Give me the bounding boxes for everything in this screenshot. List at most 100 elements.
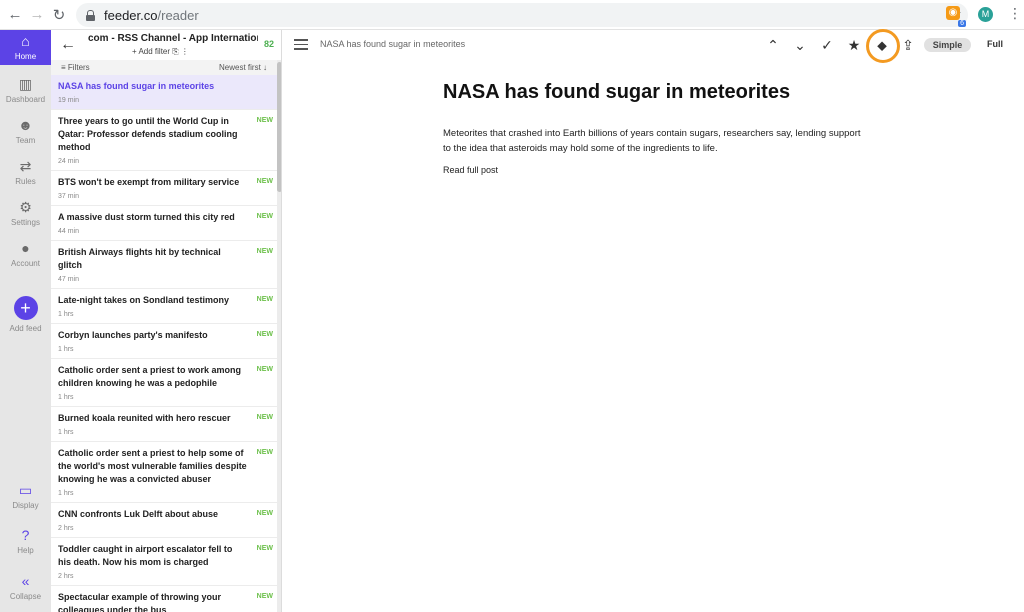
article-body: Meteorites that crashed into Earth billi… bbox=[443, 128, 861, 154]
filters-label: Filters bbox=[67, 63, 90, 72]
new-badge: NEW bbox=[256, 248, 273, 255]
rail-account[interactable]: ● Account bbox=[0, 240, 51, 268]
dashboard-icon: ▥ bbox=[18, 76, 33, 92]
article-list-panel: ← com - RSS Channel - App Internationa 8… bbox=[51, 30, 282, 612]
article-time: 1 hrs bbox=[58, 394, 74, 401]
rail-display-label: Display bbox=[12, 501, 39, 510]
list-item[interactable]: Toddler caught in airport escalator fell… bbox=[51, 538, 277, 586]
new-badge: NEW bbox=[256, 593, 273, 600]
list-item[interactable]: NASA has found sugar in meteorites 19 mi… bbox=[51, 75, 277, 110]
filter-icon: ≡ bbox=[61, 63, 66, 72]
list-item[interactable]: Late-night takes on Sondland testimony 1… bbox=[51, 289, 277, 324]
unread-count: 82 bbox=[264, 39, 275, 49]
sort-dropdown[interactable]: Newest first ↓ bbox=[219, 63, 267, 72]
help-icon: ? bbox=[21, 527, 30, 543]
tag-highlight-ring bbox=[866, 29, 900, 63]
article-time: 44 min bbox=[58, 228, 80, 235]
list-item[interactable]: Corbyn launches party's manifesto 1 hrs … bbox=[51, 324, 277, 359]
avatar[interactable]: M bbox=[978, 7, 993, 22]
rules-icon: ⇄ bbox=[19, 158, 32, 174]
article-content: NASA has found sugar in meteorites Meteo… bbox=[443, 78, 863, 175]
rail-home[interactable]: ⌂ Home bbox=[0, 30, 51, 65]
reload-icon[interactable]: ↻ bbox=[48, 4, 70, 26]
browser-menu-icon[interactable]: ⋮ bbox=[1008, 6, 1022, 20]
new-badge: NEW bbox=[256, 545, 273, 552]
new-badge: NEW bbox=[256, 296, 273, 303]
plus-icon: + bbox=[13, 296, 38, 320]
article-title: Late-night takes on Sondland testimony bbox=[58, 295, 230, 305]
article-time: 47 min bbox=[58, 276, 80, 283]
browser-toolbar: ← → ↻ feeder.co/reader ☆ ◉ 6 M ⋮ bbox=[0, 0, 1024, 30]
rail-rules[interactable]: ⇄ Rules bbox=[0, 158, 51, 186]
more-icon[interactable]: ⋮ bbox=[181, 47, 189, 56]
filters-button[interactable]: ≡ Filters bbox=[61, 63, 90, 72]
article-title: British Airways flights hit by technical… bbox=[58, 247, 221, 270]
article-title: A massive dust storm turned this city re… bbox=[58, 212, 235, 222]
menu-icon[interactable] bbox=[294, 39, 308, 50]
article-title: Catholic order sent a priest to work amo… bbox=[58, 365, 242, 388]
article-title: NASA has found sugar in meteorites bbox=[58, 81, 215, 91]
sort-label: Newest first bbox=[219, 63, 261, 72]
article-list: NASA has found sugar in meteorites 19 mi… bbox=[51, 75, 277, 612]
chevron-up-icon[interactable]: ⌃ bbox=[764, 36, 782, 54]
rail-collapse[interactable]: « Collapse bbox=[0, 573, 51, 601]
rail-team[interactable]: ☻ Team bbox=[0, 117, 51, 145]
article-title: Toddler caught in airport escalator fell… bbox=[58, 544, 233, 567]
sort-arrow-icon: ↓ bbox=[263, 63, 268, 72]
back-arrow-icon[interactable]: ← bbox=[60, 36, 76, 54]
rail-help[interactable]: ? Help bbox=[0, 527, 51, 555]
rail-settings[interactable]: ⚙ Settings bbox=[0, 199, 51, 227]
rss-extension-icon[interactable]: ◉ 6 bbox=[946, 6, 966, 27]
add-filter-label: Add filter bbox=[138, 47, 171, 56]
new-badge: NEW bbox=[256, 366, 273, 373]
reader-pane: NASA has found sugar in meteorites ⌃ ⌄ ✓… bbox=[283, 29, 1024, 612]
left-rail: ⌂ Home ▥ Dashboard ☻ Team ⇄ Rules ⚙ Sett… bbox=[0, 30, 51, 612]
star-icon[interactable]: ★ bbox=[845, 36, 863, 54]
article-title: BTS won't be exempt from military servic… bbox=[58, 177, 240, 187]
gear-icon: ⚙ bbox=[19, 199, 32, 215]
article-title: CNN confronts Luk Delft about abuse bbox=[58, 509, 219, 519]
copy-icon[interactable]: ⎘ bbox=[172, 47, 178, 56]
feed-title: com - RSS Channel - App Internationa bbox=[88, 33, 258, 44]
rail-team-label: Team bbox=[15, 136, 36, 145]
list-item[interactable]: Spectacular example of throwing your col… bbox=[51, 586, 277, 612]
rss-badge: 6 bbox=[958, 20, 966, 27]
article-title: Burned koala reunited with hero rescuer bbox=[58, 413, 231, 423]
list-item[interactable]: Three years to go until the World Cup in… bbox=[51, 110, 277, 171]
list-item[interactable]: BTS won't be exempt from military servic… bbox=[51, 171, 277, 206]
list-scrollbar[interactable] bbox=[277, 60, 281, 612]
address-bar[interactable]: feeder.co/reader ☆ bbox=[76, 3, 968, 27]
collapse-icon: « bbox=[21, 573, 30, 589]
list-item[interactable]: British Airways flights hit by technical… bbox=[51, 241, 277, 289]
list-item[interactable]: Catholic order sent a priest to help som… bbox=[51, 442, 277, 503]
mark-read-check-icon[interactable]: ✓ bbox=[818, 36, 836, 54]
chevron-down-icon[interactable]: ⌄ bbox=[791, 36, 809, 54]
article-title: Corbyn launches party's manifesto bbox=[58, 330, 208, 340]
article-title: Spectacular example of throwing your col… bbox=[58, 592, 222, 612]
full-view-button[interactable]: Full bbox=[987, 39, 1003, 49]
article-time: 2 hrs bbox=[58, 525, 74, 532]
list-item[interactable]: A massive dust storm turned this city re… bbox=[51, 206, 277, 241]
scroll-thumb[interactable] bbox=[277, 62, 281, 192]
rail-dashboard[interactable]: ▥ Dashboard bbox=[0, 76, 51, 104]
feed-header: ← com - RSS Channel - App Internationa 8… bbox=[51, 30, 281, 60]
read-full-post-link[interactable]: Read full post bbox=[443, 165, 863, 175]
rail-dashboard-label: Dashboard bbox=[5, 95, 46, 104]
list-item[interactable]: Burned koala reunited with hero rescuer … bbox=[51, 407, 277, 442]
rail-display[interactable]: ▭ Display bbox=[0, 482, 51, 510]
share-icon[interactable]: ⇪ bbox=[899, 36, 917, 54]
forward-arrow-icon[interactable]: → bbox=[26, 4, 48, 26]
back-arrow-icon[interactable]: ← bbox=[4, 4, 26, 26]
new-badge: NEW bbox=[256, 178, 273, 185]
home-icon: ⌂ bbox=[21, 33, 30, 49]
list-item[interactable]: Catholic order sent a priest to work amo… bbox=[51, 359, 277, 407]
add-filter-button[interactable]: + Add filter ⎘ ⋮ bbox=[132, 47, 189, 57]
list-item[interactable]: CNN confronts Luk Delft about abuse 2 hr… bbox=[51, 503, 277, 538]
simple-view-button[interactable]: Simple bbox=[924, 38, 971, 52]
article-time: 37 min bbox=[58, 193, 80, 200]
article-time: 24 min bbox=[58, 158, 80, 165]
article-time: 19 min bbox=[58, 97, 80, 104]
rail-rules-label: Rules bbox=[15, 177, 36, 186]
rail-add-feed[interactable]: + Add feed bbox=[0, 296, 51, 333]
article-heading: NASA has found sugar in meteorites bbox=[443, 81, 791, 103]
